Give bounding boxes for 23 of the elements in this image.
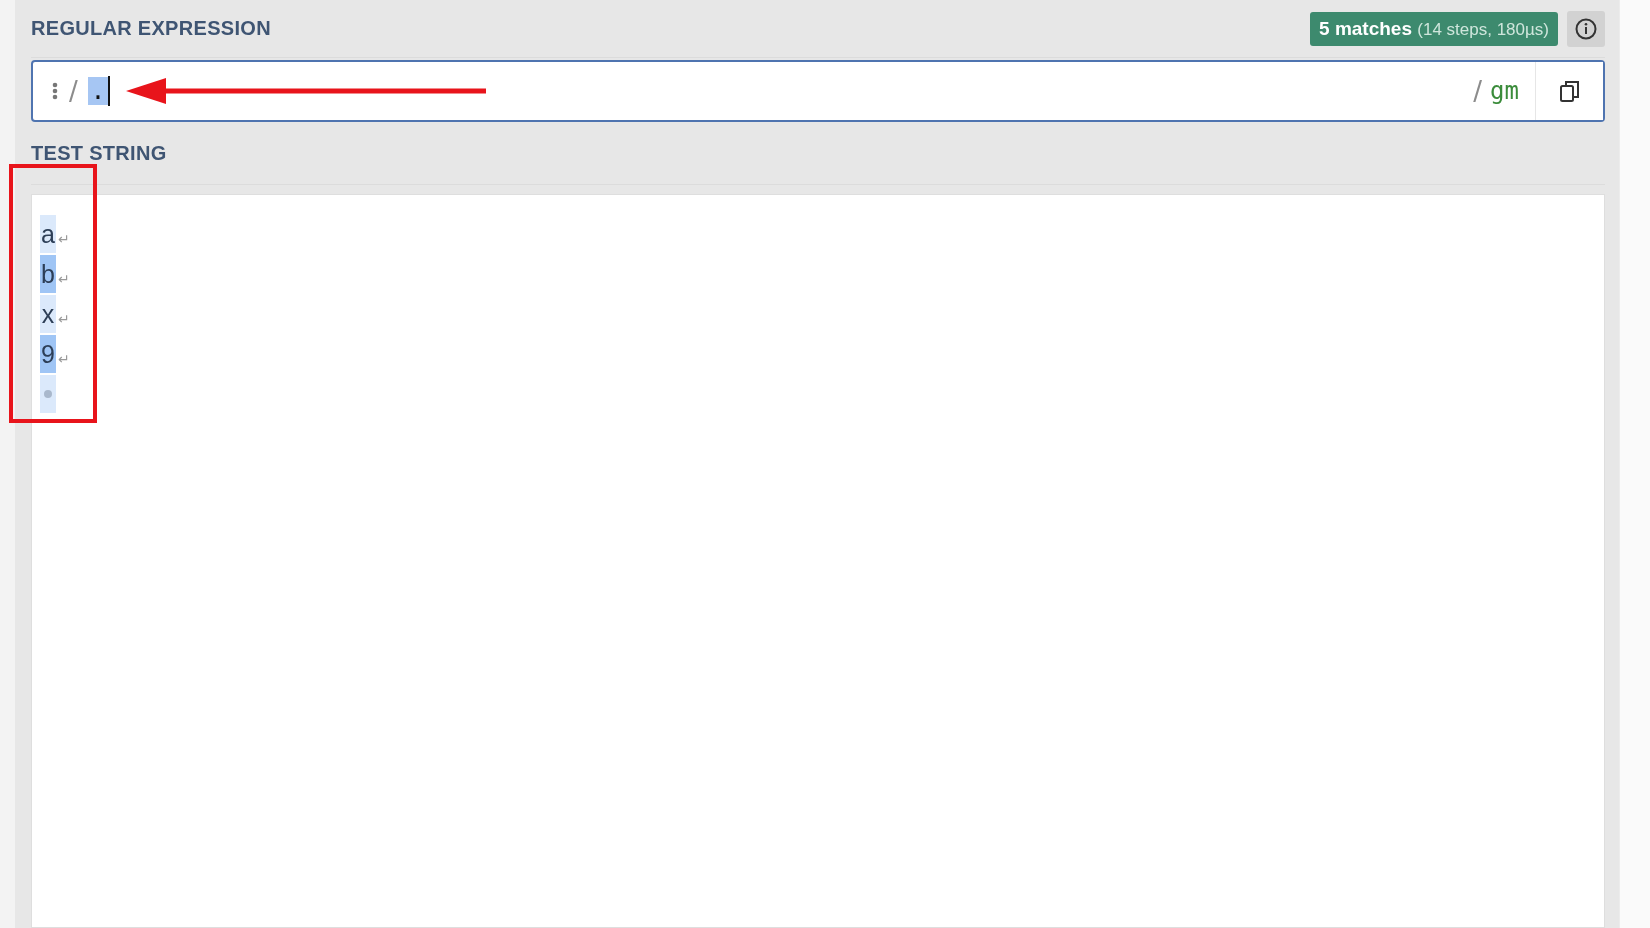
test-string-editor[interactable]: a↵ b↵ x↵ 9↵ (31, 194, 1605, 928)
line-break-mark: ↵ (58, 231, 70, 247)
line-break-mark: ↵ (58, 351, 70, 367)
matched-character: 9 (40, 335, 56, 373)
match-count-badge: 5 matches (14 steps, 180µs) (1310, 11, 1558, 46)
section-heading: TEST STRING (31, 141, 167, 165)
regex-input-field[interactable]: / . / gm (31, 60, 1605, 122)
line-break-mark: ↵ (58, 311, 70, 327)
matched-character: a (40, 215, 56, 253)
matched-character: b (40, 255, 56, 293)
regex-delimiter: / (1473, 76, 1483, 106)
copy-button[interactable] (1535, 62, 1603, 120)
info-button[interactable] (1567, 10, 1605, 47)
line-break-mark: ↵ (58, 271, 70, 287)
section-heading: REGULAR EXPRESSION (31, 17, 271, 40)
regex-delimiter: / (69, 76, 78, 106)
regex-flags[interactable]: gm (1490, 77, 1519, 105)
info-icon (1574, 16, 1598, 41)
drag-handle-icon (51, 81, 59, 101)
copy-icon (1558, 79, 1581, 103)
dot-icon (43, 389, 53, 399)
matched-character: x (40, 295, 56, 333)
regex-pattern: . (87, 77, 109, 105)
